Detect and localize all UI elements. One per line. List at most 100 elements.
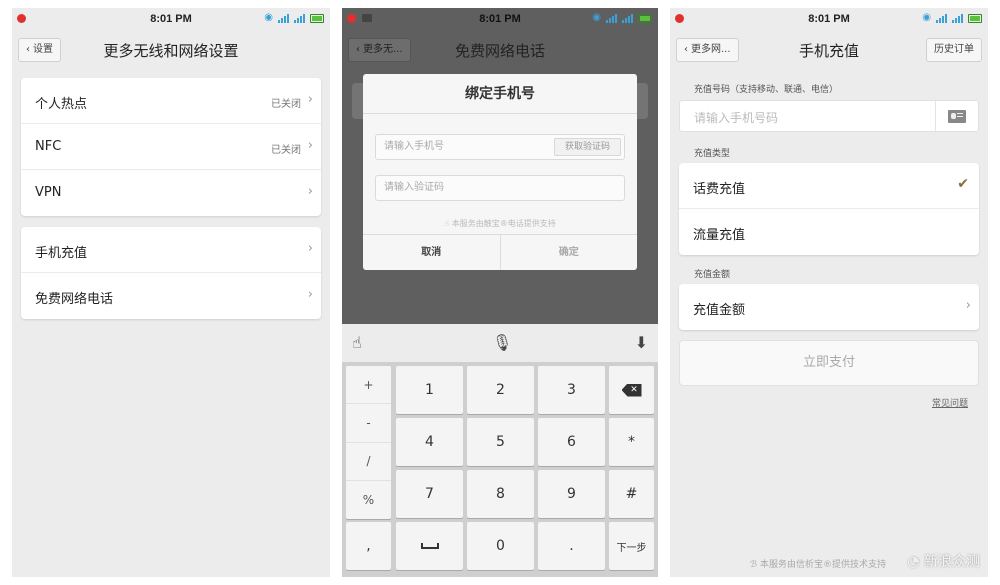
page-title: 免费网络电话 [454,42,545,60]
status-icons: ◉ [264,13,324,23]
key-comma[interactable]: , [346,522,391,570]
faq-link[interactable]: 常见问题 [932,396,968,409]
amount-group: 充值金额 › [679,284,979,330]
key-7[interactable]: 7 [396,470,463,518]
watermark-logo-icon: ◔ [907,554,924,570]
settings-item-nfc[interactable]: NFC 已关闭 › [21,124,321,170]
type-section-label: 充值类型 [694,149,731,159]
item-status: 已关闭 [271,99,301,110]
settings-item-vpn[interactable]: VPN › [21,170,321,216]
keyboard-toolbar: ☝ 🎙 ⬇ [342,324,658,362]
item-label: 手机充值 [35,246,88,261]
item-label: VPN [35,185,62,200]
type-option-phone-credit[interactable]: 话费充值 ✔ [679,163,979,209]
numeric-keyboard: + - / % 1 2 3 ✕ 4 5 6 * 7 8 9 # , 0 . 下一… [342,362,658,577]
free-call-screen: 8:01 PM ◉ ‹ 更多无... 免费网络电话 绑定手机号 请输入手机号 获取… [342,8,658,577]
service-note: ☝ 本服务由触宝®电话提供支持 [363,218,637,229]
status-bar: 8:01 PM ◉ [670,8,988,30]
key-9[interactable]: 9 [538,470,605,518]
page-title: 更多无线和网络设置 [103,42,239,60]
type-option-data[interactable]: 流量充值 [679,209,979,255]
key-plus[interactable]: + [346,366,391,405]
cancel-button[interactable]: 取消 [363,235,501,270]
nav-bar: ‹ 设置 更多无线和网络设置 [12,30,330,70]
signal-icon [936,13,947,23]
key-5[interactable]: 5 [467,418,534,466]
key-8[interactable]: 8 [467,470,534,518]
status-icons: ◉ [922,13,982,23]
service-note: ℬ 本服务由信析宝®提供技术支持 [750,557,886,570]
settings-group-2: 手机充值 › 免费网络电话 › [21,227,321,319]
settings-item-recharge[interactable]: 手机充值 › [21,227,321,273]
order-history-button[interactable]: 历史订单 [926,38,982,62]
microphone-icon[interactable]: 🎙 [492,333,512,352]
dialog-buttons: 取消 确定 [363,234,637,270]
bind-phone-dialog: 绑定手机号 请输入手机号 获取验证码 请输入验证码 ☝ 本服务由触宝®电话提供支… [363,74,637,270]
signal-icon-2 [622,13,633,23]
phone-input[interactable]: 请输入手机号 获取验证码 [375,134,625,160]
settings-item-hotspot[interactable]: 个人热点 已关闭 › [21,78,321,124]
recharge-screen: 8:01 PM ◉ ‹ 更多网... 手机充值 历史订单 充值号码（支持移动、联通… [670,8,988,577]
settings-item-free-call[interactable]: 免费网络电话 › [21,273,321,319]
chevron-right-icon: › [307,92,313,107]
phone-placeholder: 请输入手机号码 [694,111,779,125]
amount-select-row[interactable]: 充值金额 › [679,284,979,330]
brand-logo-icon: ℬ [750,560,760,570]
amount-section-label: 充值金额 [694,270,731,280]
dialog-title: 绑定手机号 [363,74,637,114]
next-key[interactable]: 下一步 [609,522,654,570]
key-3[interactable]: 3 [538,366,605,414]
arrow-down-icon[interactable]: ⬇ [635,333,648,352]
watermark-text: 新浪众测 [924,554,980,570]
watermark: ◔ 新浪众测 [907,551,980,571]
symbol-column: + - / % [346,366,391,519]
status-bar: 8:01 PM ◉ [12,8,330,30]
chevron-right-icon: › [307,138,313,153]
wifi-icon: ◉ [592,12,601,23]
key-dot[interactable]: . [538,522,605,570]
pay-now-button[interactable]: 立即支付 [679,340,979,386]
signal-icon [278,13,289,23]
space-icon [420,543,439,549]
signal-icon [606,13,617,23]
hand-icon: ☝ [444,219,452,228]
signal-icon-2 [294,13,305,23]
wifi-icon: ◉ [922,12,931,23]
settings-screen: 8:01 PM ◉ ‹ 设置 更多无线和网络设置 个人热点 已关闭 › NFC 已… [12,8,330,577]
get-code-button[interactable]: 获取验证码 [553,138,621,156]
key-percent[interactable]: % [346,481,391,519]
chevron-right-icon: › [307,184,313,199]
code-input[interactable]: 请输入验证码 [375,175,625,201]
code-placeholder: 请输入验证码 [384,182,444,193]
battery-icon [638,13,652,23]
chevron-right-icon: › [307,287,313,302]
key-2[interactable]: 2 [467,366,534,414]
phone-number-input[interactable]: 请输入手机号码 [679,100,979,132]
key-4[interactable]: 4 [396,418,463,466]
key-hash[interactable]: # [609,470,654,518]
status-icons: ◉ [592,13,652,23]
key-6[interactable]: 6 [538,418,605,466]
option-label: 话费充值 [693,182,746,197]
key-star[interactable]: * [609,418,654,466]
item-label: 个人热点 [35,97,88,112]
checkmark-icon: ✔ [957,176,969,192]
confirm-button[interactable]: 确定 [501,235,638,270]
page: 8:01 PM ◉ ‹ 设置 更多无线和网络设置 个人热点 已关闭 › NFC 已… [0,0,1000,585]
status-bar: 8:01 PM ◉ [342,8,658,30]
backspace-key[interactable]: ✕ [609,366,654,414]
item-label: NFC [35,139,62,154]
key-slash[interactable]: / [346,443,391,481]
amount-label: 充值金额 [693,303,746,318]
nav-bar: ‹ 更多网... 手机充值 历史订单 [670,30,988,70]
key-0[interactable]: 0 [467,522,534,570]
key-minus[interactable]: - [346,404,391,443]
key-1[interactable]: 1 [396,366,463,414]
contact-card-icon[interactable] [948,110,966,123]
space-key[interactable] [396,522,463,570]
settings-group-1: 个人热点 已关闭 › NFC 已关闭 › VPN › [21,78,321,216]
item-status: 已关闭 [271,145,301,156]
hand-pointer-icon[interactable]: ☝ [352,333,362,352]
recharge-type-group: 话费充值 ✔ 流量充值 [679,163,979,255]
item-label: 免费网络电话 [35,292,114,307]
